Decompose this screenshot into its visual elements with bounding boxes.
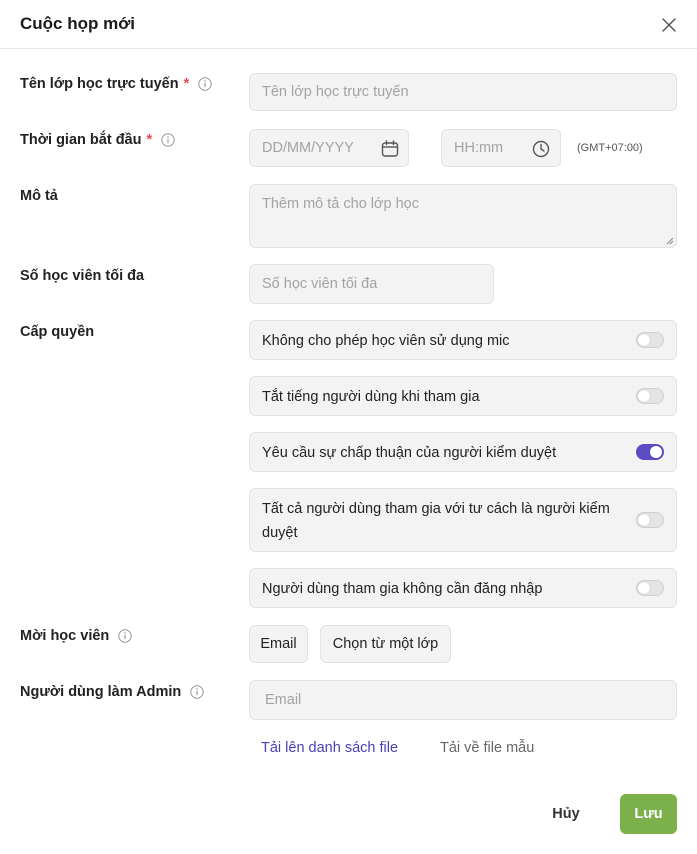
timezone-text: (GMT+07:00) [577, 142, 643, 154]
required-mark: * [183, 76, 190, 92]
permission-item: Yêu cầu sự chấp thuận của người kiểm duy… [249, 432, 677, 472]
description-label-text: Mô tả [20, 188, 58, 204]
info-icon[interactable] [118, 629, 132, 643]
toggle-knob [638, 334, 650, 346]
max-students-label-text: Số học viên tối đa [20, 268, 145, 284]
permissions-label: Cấp quyền [20, 324, 94, 340]
info-icon[interactable] [190, 685, 204, 699]
description-textarea[interactable] [250, 185, 676, 247]
dialog-title: Cuộc họp mới [20, 14, 136, 33]
permissions-label-text: Cấp quyền [20, 324, 95, 340]
max-students-input[interactable] [250, 265, 493, 303]
permission-toggle[interactable] [636, 580, 664, 596]
description-label: Mô tả [20, 188, 58, 204]
permission-text: Yêu cầu sự chấp thuận của người kiểm duy… [262, 445, 557, 461]
date-field [249, 129, 409, 167]
admin-label-text: Người dùng làm Admin [20, 684, 182, 700]
permission-text: Người dùng tham gia không cần đăng nhập [262, 581, 543, 597]
permission-toggle[interactable] [636, 332, 664, 348]
admin-email-input[interactable] [250, 681, 676, 719]
description-field [249, 184, 677, 248]
save-button[interactable]: Lưu [620, 794, 677, 834]
start-time-label: Thời gian bắt đầu * [20, 132, 175, 148]
invite-email-button[interactable]: Email [249, 625, 308, 663]
max-students-label: Số học viên tối đa [20, 268, 144, 284]
start-time-label-text: Thời gian bắt đầu [20, 132, 142, 148]
invite-label-text: Mời học viên [20, 628, 110, 644]
class-name-label-text: Tên lớp học trực tuyến [20, 76, 179, 92]
permission-toggle[interactable] [636, 512, 664, 528]
invite-from-class-button[interactable]: Chọn từ một lớp [320, 625, 451, 663]
upload-list-link[interactable]: Tải lên danh sách file [261, 740, 398, 756]
permission-text: Tắt tiếng người dùng khi tham gia [262, 389, 480, 405]
class-name-field [249, 73, 677, 111]
download-template-link[interactable]: Tải về file mẫu [440, 740, 534, 756]
max-students-field [249, 264, 494, 304]
calendar-icon[interactable] [380, 139, 400, 159]
toggle-knob [638, 582, 650, 594]
info-icon[interactable] [198, 77, 212, 91]
permission-item: Tất cả người dùng tham gia với tư cách l… [249, 488, 677, 552]
toggle-knob [638, 390, 650, 402]
resize-grip-icon[interactable] [666, 237, 674, 245]
info-icon[interactable] [161, 133, 175, 147]
permission-text: Tất cả người dùng tham gia với tư cách l… [262, 501, 610, 541]
permission-item: Tắt tiếng người dùng khi tham gia [249, 376, 677, 416]
admin-label: Người dùng làm Admin [20, 684, 204, 700]
time-field [441, 129, 561, 167]
class-name-label: Tên lớp học trực tuyến * [20, 76, 212, 92]
class-name-input[interactable] [250, 74, 676, 110]
permission-item: Không cho phép học viên sử dụng mic [249, 320, 677, 360]
close-icon[interactable] [659, 15, 679, 35]
cancel-button[interactable]: Hủy [540, 795, 592, 833]
permission-text: Không cho phép học viên sử dụng mic [262, 333, 510, 349]
admin-email-field [249, 680, 677, 720]
permission-item: Người dùng tham gia không cần đăng nhập [249, 568, 677, 608]
dialog-header: Cuộc họp mới [0, 0, 697, 49]
toggle-knob [638, 514, 650, 526]
clock-icon[interactable] [531, 139, 551, 159]
required-mark: * [146, 132, 153, 148]
invite-label: Mời học viên [20, 628, 132, 644]
permission-toggle[interactable] [636, 444, 664, 460]
toggle-knob [650, 446, 662, 458]
permission-toggle[interactable] [636, 388, 664, 404]
